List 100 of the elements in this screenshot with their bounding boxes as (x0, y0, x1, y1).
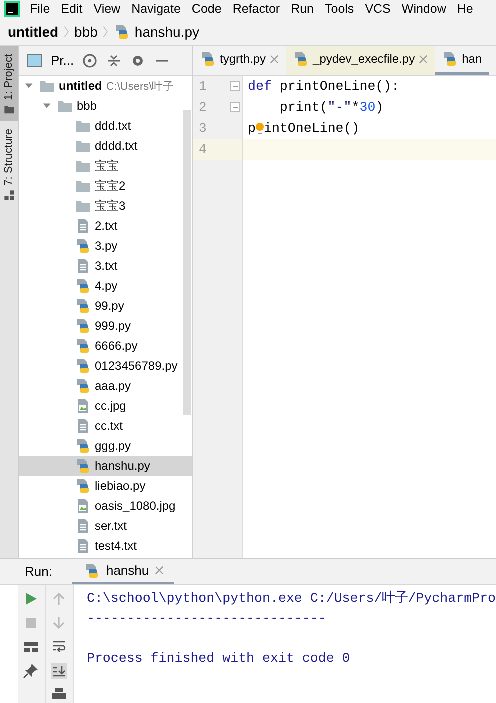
menu-item[interactable]: Refactor (232, 2, 280, 16)
close-icon[interactable] (419, 54, 428, 64)
run-label: Run: (25, 564, 52, 579)
text-file-icon (75, 418, 91, 434)
editor-tab[interactable]: _pydev_execfile.py (286, 46, 436, 75)
scrollbar[interactable] (183, 110, 191, 415)
fold-icon[interactable] (230, 81, 241, 92)
folder-icon (4, 104, 14, 116)
image-file-icon (75, 498, 91, 514)
image-file-icon (75, 398, 91, 414)
console-line: C:\school\python\python.exe C:/Users/叶子/PycharmPro (86, 590, 496, 608)
run-tab[interactable]: hanshu (72, 559, 174, 584)
pin-icon[interactable] (23, 663, 40, 679)
text-file-icon (75, 258, 91, 274)
python-file-icon (75, 318, 91, 334)
tree-item[interactable]: 3.txt (19, 256, 192, 276)
view-selector[interactable]: Pr... (51, 53, 74, 68)
tool-window-tab[interactable]: 7: Structure (3, 129, 15, 186)
collapse-icon[interactable] (106, 52, 122, 68)
tree-item[interactable]: liebiao.py (19, 476, 192, 496)
tree-item[interactable]: oasis_1080.jpg (19, 496, 192, 516)
tree-item[interactable]: cc.jpg (19, 396, 192, 416)
tree-item[interactable]: test4.txt (19, 536, 192, 556)
breadcrumb-item[interactable]: untitled (8, 24, 59, 40)
line-number: 1 (199, 79, 207, 94)
text-file-icon (75, 518, 91, 534)
python-file-icon (75, 338, 91, 354)
python-file-icon (200, 51, 216, 67)
folder-icon (75, 118, 91, 134)
python-file-icon (75, 358, 91, 374)
panel-icon (27, 52, 43, 68)
menu-item[interactable]: Run (291, 2, 314, 16)
locate-icon[interactable] (82, 52, 98, 68)
python-file-icon (75, 458, 91, 474)
python-file-icon (75, 278, 91, 294)
tree-item[interactable]: cc.txt (19, 416, 192, 436)
breadcrumb-item[interactable]: bbb (74, 24, 98, 40)
python-file-icon (75, 378, 91, 394)
line-number: 2 (199, 100, 207, 115)
tree-item[interactable]: 99.py (19, 296, 192, 316)
python-file-icon (75, 298, 91, 314)
tree-item[interactable]: 宝宝 (19, 156, 192, 176)
console-line: Process finished with exit code 0 (86, 650, 352, 668)
python-file-icon (114, 24, 130, 40)
tree-item[interactable]: aaa.py (19, 376, 192, 396)
project-path: C:\Users\叶子 (106, 80, 174, 94)
menu-item[interactable]: Window (402, 2, 446, 16)
code-line: print("-"*30) (278, 99, 384, 117)
tree-item[interactable]: hanshu.py (19, 456, 192, 476)
scroll-to-end-icon[interactable] (51, 663, 68, 679)
folder-icon (75, 158, 91, 174)
close-icon[interactable] (155, 566, 164, 575)
text-file-icon (75, 538, 91, 554)
breadcrumb-item[interactable]: hanshu.py (134, 24, 200, 40)
soft-wrap-icon[interactable] (51, 639, 68, 655)
tree-item[interactable]: 0123456789.py (19, 356, 192, 376)
menu-item[interactable]: Tools (325, 2, 354, 16)
tree-item[interactable]: dddd.txt (19, 136, 192, 156)
editor-tab[interactable]: han (435, 46, 490, 75)
menu-item[interactable]: Navigate (132, 2, 181, 16)
python-file-icon (75, 478, 91, 494)
menu-item[interactable]: VCS (365, 2, 391, 16)
tree-item[interactable]: bbb (19, 96, 192, 116)
code-line: p intOneLine() (247, 120, 360, 138)
structure-icon (4, 190, 14, 202)
folder-icon (57, 98, 73, 114)
tree-item[interactable]: 3.py (19, 236, 192, 256)
menu-item[interactable]: View (94, 2, 121, 16)
text-file-icon (75, 218, 91, 234)
tree-item[interactable]: 2.txt (19, 216, 192, 236)
editor-tab[interactable]: tygrth.py (193, 46, 286, 75)
line-number: 3 (199, 121, 207, 136)
menu-item[interactable]: He (457, 2, 474, 16)
python-file-icon (84, 562, 100, 578)
layout-icon[interactable] (23, 639, 40, 655)
tree-item[interactable]: 4.py (19, 276, 192, 296)
chevron-icon (102, 24, 109, 40)
line-number: 4 (199, 142, 207, 157)
menu-item[interactable]: Code (192, 2, 222, 16)
menu-item[interactable]: Edit (61, 2, 83, 16)
tree-item[interactable]: ggg.py (19, 436, 192, 456)
python-file-icon (75, 238, 91, 254)
python-file-icon (442, 51, 458, 67)
tree-item[interactable]: 999.py (19, 316, 192, 336)
close-icon[interactable] (270, 54, 280, 64)
tree-item[interactable]: ser.txt (19, 516, 192, 536)
play-icon[interactable] (23, 591, 40, 607)
tree-item[interactable]: untitled C:\Users\叶子 (19, 76, 192, 96)
tree-item[interactable]: 6666.py (19, 336, 192, 356)
folder-icon (75, 178, 91, 194)
fold-icon[interactable] (230, 102, 241, 113)
folder-icon (39, 78, 55, 94)
folder-icon (75, 138, 91, 154)
tree-item[interactable]: ddd.txt (19, 116, 192, 136)
menu-item[interactable]: File (30, 2, 50, 16)
tree-item[interactable]: 宝宝3 (19, 196, 192, 216)
chevron-icon (64, 24, 70, 40)
tree-item[interactable]: 宝宝2 (19, 176, 192, 196)
lightbulb-icon[interactable] (256, 122, 264, 135)
console-line: ------------------------------ (86, 610, 328, 628)
